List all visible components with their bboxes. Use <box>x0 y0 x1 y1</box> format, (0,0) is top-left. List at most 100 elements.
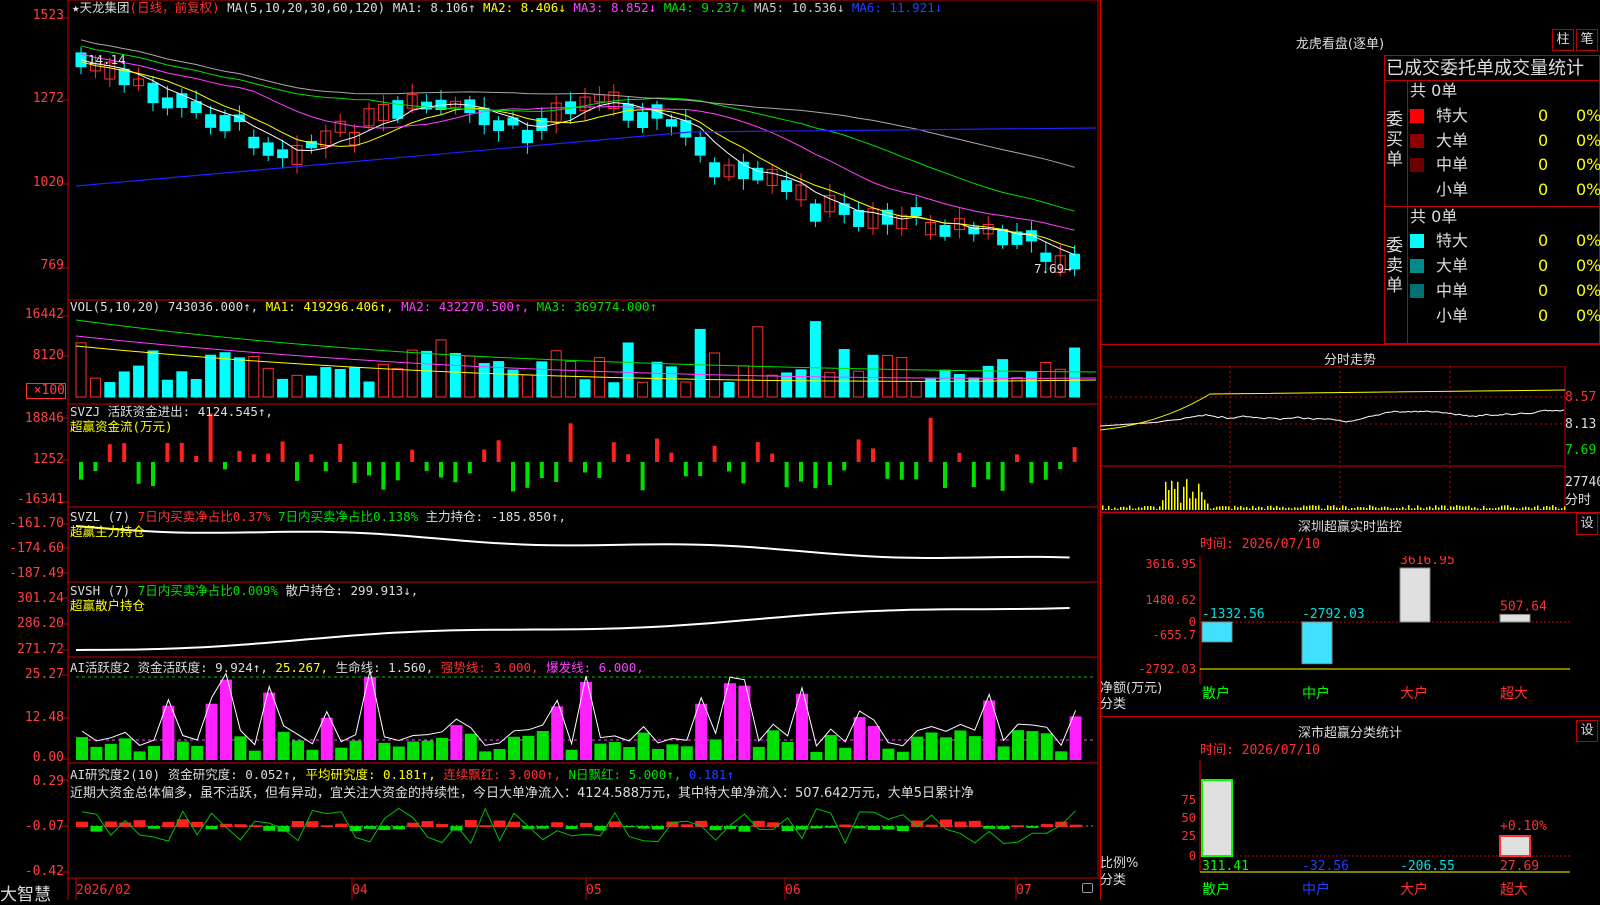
minute-volume-bar <box>1177 481 1179 510</box>
minute-volume-bar <box>1108 505 1110 510</box>
monitor-axis-label: -2792.03 <box>1138 662 1196 676</box>
svzj-bar <box>856 439 861 462</box>
panel-border <box>67 403 1099 508</box>
ai-active-bar <box>176 741 189 760</box>
intraday-chart[interactable] <box>1100 366 1600 514</box>
ai-active-axis-1: 25.27 <box>24 667 64 682</box>
minute-volume-bar <box>1456 505 1458 510</box>
sell-row-name: 小单 <box>1436 306 1469 325</box>
svsh-axis-3: 271.72 <box>17 642 64 657</box>
minute-volume-bar <box>1240 506 1242 510</box>
svzj-bar <box>367 462 371 476</box>
minute-volume-bar <box>1294 507 1296 510</box>
minute-volume-bar <box>1504 505 1506 510</box>
classify-category: 中户 <box>1302 881 1330 898</box>
divider <box>1100 716 1600 717</box>
minute-volume-bar <box>1207 503 1209 510</box>
minute-volume-bar <box>1360 507 1362 510</box>
minute-volume-bar <box>1333 505 1335 510</box>
buy-row-name: 特大 <box>1436 106 1469 125</box>
app-brand[interactable]: 大智慧 <box>0 880 51 905</box>
ai-active-bar <box>493 748 506 760</box>
sell-row-pct: 0% <box>1576 306 1600 325</box>
minute-volume-bar <box>1243 507 1245 510</box>
svzj-bar <box>813 462 818 489</box>
period-label[interactable]: (日线，前复权) <box>130 0 220 15</box>
monitor-cat-label: 分类 <box>1100 697 1127 712</box>
minute-volume-bar <box>1147 506 1149 510</box>
volume-bar <box>737 365 749 398</box>
star-icon[interactable]: ★ <box>72 0 80 15</box>
vol-unit-button[interactable]: ×100 <box>26 383 66 399</box>
minute-volume-bar <box>1300 507 1302 510</box>
minute-volume-bar <box>1417 505 1419 510</box>
ai-active-bar <box>119 738 132 760</box>
minute-volume-bar <box>1378 508 1380 510</box>
minute-volume-bar <box>1474 507 1476 510</box>
ai-active-bar <box>565 749 578 760</box>
bar-mode-button[interactable]: 柱 <box>1552 29 1574 51</box>
x-axis-label-5: 07 <box>1016 883 1032 898</box>
buy-row-name: 小单 <box>1436 179 1469 199</box>
ai-research-axis-3: -0.42 <box>24 864 64 879</box>
minute-volume-bar <box>1351 507 1353 510</box>
volume-bar <box>104 382 116 398</box>
monitor-settings-button[interactable]: 设 <box>1576 513 1598 535</box>
svzj-bar <box>1029 462 1034 483</box>
ai-active-bar <box>1040 733 1053 760</box>
monitor-category: 大户 <box>1400 685 1428 702</box>
minute-volume-bar <box>1522 507 1524 510</box>
svzj-header: SVZJ 活跃资金进出: 4124.545↑, <box>70 405 273 419</box>
minute-volume-bar <box>1537 505 1539 510</box>
minute-volume-bar <box>1120 506 1122 510</box>
volume-bar <box>262 367 274 398</box>
ai-active-bar <box>623 747 636 760</box>
tick-mode-button[interactable]: 笔 <box>1576 29 1598 51</box>
volume-bar <box>118 371 130 398</box>
ai-research-avg: 平均研究度: 0.181↑, <box>305 767 436 782</box>
ai-active-bar <box>306 749 319 760</box>
candle-body <box>781 180 793 193</box>
minute-volume-bar <box>1492 508 1494 510</box>
ai-active-bar <box>608 741 621 760</box>
monitor-bar <box>1499 613 1531 623</box>
candle-body <box>1025 230 1037 242</box>
minute-volume-bar <box>1174 488 1176 510</box>
minute-volume-bar <box>1405 508 1407 510</box>
ai-research-bar <box>378 826 391 830</box>
classify-category: 散户 <box>1202 881 1230 898</box>
minute-volume-bar <box>1105 508 1107 510</box>
ai-research-bar <box>839 824 852 827</box>
lock-icon[interactable] <box>1082 883 1093 893</box>
svzj-bar <box>727 462 731 472</box>
ai-active-bar <box>810 751 823 760</box>
monitor-bar-label: 3616.95 <box>1400 556 1455 568</box>
candle-body <box>277 149 289 159</box>
ai-research-bar <box>133 820 146 827</box>
buy-row-pct: 0% <box>1576 179 1600 199</box>
candle-body <box>680 120 692 138</box>
classify-settings-button[interactable]: 设 <box>1576 720 1598 742</box>
volume-bar <box>853 370 865 398</box>
ma6-value: MA6: 11.921↓ <box>851 0 943 15</box>
sell-total: 共 0单 <box>1410 207 1458 226</box>
divider <box>1407 80 1408 344</box>
order-stat-title: 已成交委托单成交量统计 <box>1386 58 1584 79</box>
volume-bar <box>1069 347 1081 398</box>
price-axis-4: 769 <box>40 258 64 273</box>
volume-bar <box>305 375 317 398</box>
minute-volume-bar <box>1543 506 1545 510</box>
volume-bar <box>1054 368 1066 398</box>
classify-bar-label: -32.56 <box>1302 859 1349 874</box>
svzj-bar <box>223 462 227 470</box>
minute-volume-bar <box>1327 505 1329 510</box>
volume-bar <box>421 350 433 398</box>
ai-active-bar <box>781 741 794 760</box>
volume-bar <box>838 349 850 398</box>
volume-bar <box>637 381 649 398</box>
ai-research-bar <box>623 826 636 828</box>
ai-active-life: 生命线: 1.560, <box>335 660 434 675</box>
svzj-bar <box>179 442 184 462</box>
minute-volume-bar <box>1516 508 1518 510</box>
kline-chart-area[interactable] <box>0 0 1100 900</box>
